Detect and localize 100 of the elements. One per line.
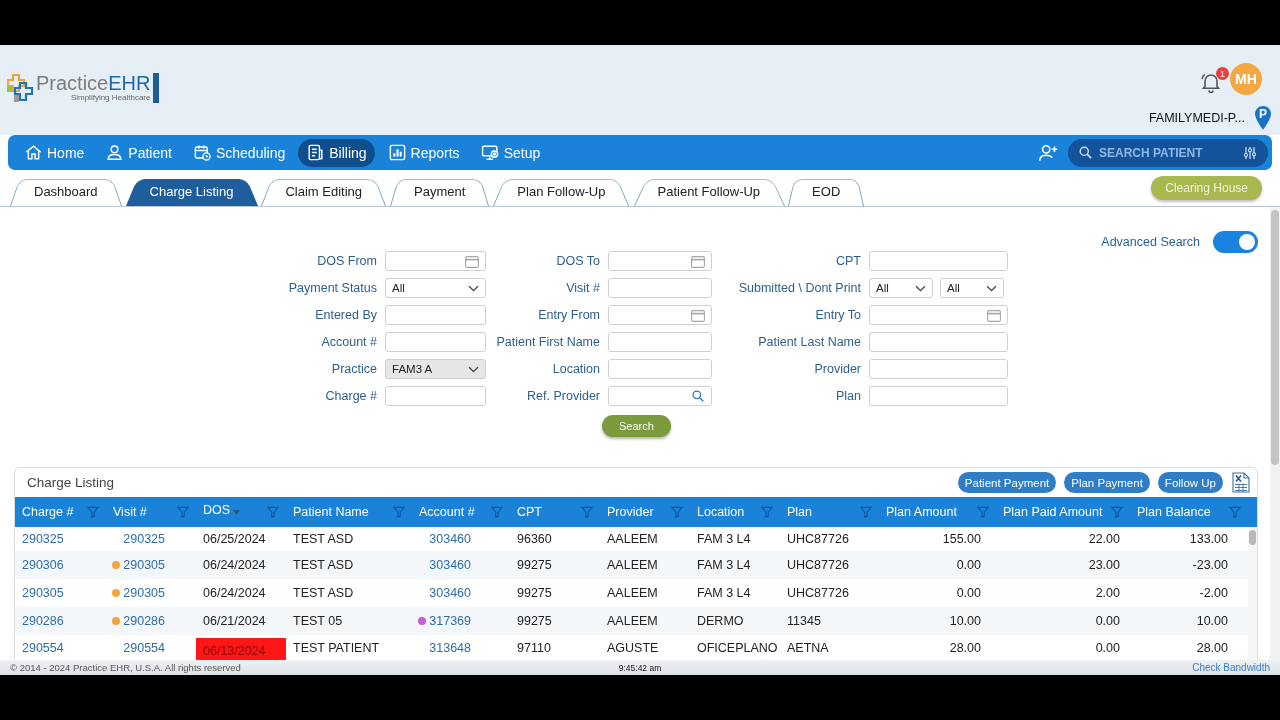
filter-icon[interactable] [1229, 506, 1241, 518]
table-cell-text: -2.00 [1198, 585, 1229, 602]
table-row[interactable]: 290286 290286 06/21/2024 TEST 05 317369 99275 AALEEM DERMO 11345 10.00 0.00 10.00 [15, 607, 1248, 635]
input-field[interactable] [869, 386, 1008, 406]
table-cell-text: 0.00 [1094, 613, 1121, 630]
column-header[interactable]: Patient Name [286, 497, 412, 527]
table-cell-text: 10.00 [1195, 613, 1229, 630]
patient-search-field[interactable]: SEARCH PATIENT [1068, 138, 1268, 167]
account-number-link[interactable]: 303460 [429, 586, 471, 600]
calendar-icon[interactable] [691, 308, 705, 322]
visit-number-link[interactable]: 290554 [123, 641, 165, 655]
nav-item[interactable]: Reports [379, 138, 468, 167]
location-pin[interactable]: P [1254, 105, 1272, 131]
tab[interactable]: Patient Follow-Up [633, 176, 785, 206]
spreadsheet-icon[interactable] [1232, 472, 1250, 493]
tab[interactable]: Charge Listing [125, 176, 258, 206]
column-header[interactable]: Charge # [15, 497, 106, 527]
column-header[interactable]: Plan Balance [1130, 497, 1248, 527]
nav-item[interactable]: Home [16, 138, 93, 167]
calendar-icon[interactable] [691, 254, 705, 268]
input-field[interactable] [869, 251, 1008, 271]
tab[interactable]: Plan Follow-Up [493, 176, 630, 206]
visit-number-link[interactable]: 290325 [123, 532, 165, 546]
input-field[interactable] [869, 359, 1008, 379]
field-label: Provider [814, 362, 861, 376]
nav-item[interactable]: Scheduling [184, 138, 294, 167]
nav-item[interactable]: Setup [472, 138, 549, 167]
visit-number-link[interactable]: 290305 [123, 586, 165, 600]
visit-number-link[interactable]: 290286 [123, 614, 165, 628]
scrollbar-thumb[interactable] [1249, 530, 1256, 545]
filter-icon[interactable] [491, 506, 503, 518]
action-button[interactable]: Follow Up [1157, 472, 1223, 493]
filter-icon[interactable] [671, 506, 683, 518]
tab[interactable]: Claim Editing [261, 176, 387, 206]
sliders-icon[interactable] [1242, 144, 1258, 161]
filter-icon[interactable] [1111, 506, 1123, 518]
table-cell-text: OFICEPLANO [696, 640, 779, 657]
input-field[interactable] [385, 305, 486, 325]
side-tab-icon[interactable] [153, 73, 160, 103]
column-header[interactable]: Location [690, 497, 780, 527]
input-field[interactable] [869, 332, 1008, 352]
charge-number-link[interactable]: 290305 [22, 586, 64, 600]
charge-number-link[interactable]: 290554 [22, 641, 64, 655]
dropdown[interactable]: All [869, 278, 933, 298]
account-number-link[interactable]: 313648 [429, 641, 471, 655]
action-button[interactable]: Patient Payment [957, 472, 1057, 493]
scrollbar-thumb[interactable] [1271, 210, 1279, 465]
charge-number-link[interactable]: 290325 [22, 532, 64, 546]
date-field[interactable] [608, 305, 712, 325]
account-number-link[interactable]: 303460 [429, 558, 471, 572]
dropdown[interactable]: All [940, 278, 1004, 298]
nav-item[interactable]: Billing [298, 138, 375, 167]
input-field[interactable] [608, 359, 712, 379]
visit-number-link[interactable]: 290305 [123, 558, 165, 572]
lookup-field[interactable] [608, 386, 712, 406]
account-number-link[interactable]: 317369 [429, 614, 471, 628]
filter-icon[interactable] [177, 506, 189, 518]
tab[interactable]: EOD [788, 176, 865, 206]
patient-search-input[interactable]: SEARCH PATIENT [1099, 145, 1236, 160]
input-field[interactable] [385, 386, 486, 406]
table-cell-text: FAM 3 L4 [696, 531, 752, 548]
search-button[interactable]: Search [602, 415, 671, 437]
column-header[interactable]: CPT [510, 497, 600, 527]
filter-icon[interactable] [393, 506, 405, 518]
tab[interactable]: Dashboard [10, 176, 122, 206]
column-header[interactable]: Plan [780, 497, 879, 527]
table-cell-text: TEST 05 [292, 613, 344, 630]
input-field[interactable] [608, 332, 712, 352]
calendar-icon[interactable] [465, 254, 479, 268]
column-header[interactable]: Account # [412, 497, 510, 527]
nav-item[interactable]: Patient [97, 138, 180, 167]
date-field[interactable] [869, 305, 1008, 325]
charge-number-link[interactable]: 290306 [22, 558, 64, 572]
account-number-link[interactable]: 303460 [429, 532, 471, 546]
tab[interactable]: Payment [390, 176, 490, 206]
column-header[interactable]: Visit # [106, 497, 196, 527]
action-button[interactable]: Plan Payment [1064, 472, 1150, 493]
date-field[interactable] [385, 251, 486, 271]
filter-icon[interactable] [761, 506, 773, 518]
column-header[interactable]: Provider [600, 497, 690, 527]
monitor-gear-icon [480, 143, 500, 162]
toggle-switch[interactable] [1213, 231, 1258, 253]
filter-icon[interactable] [581, 506, 593, 518]
table-row[interactable]: 290306 290305 06/24/2024 TEST ASD 303460 99275 AALEEM FAM 3 L4 UHC87726 0.00 23.00 -23.00 [15, 551, 1248, 579]
filter-icon[interactable] [87, 506, 99, 518]
input-field[interactable] [608, 278, 712, 298]
search-icon[interactable] [691, 389, 705, 403]
check-bandwidth-link[interactable]: Check Bandwidth [1192, 662, 1270, 673]
column-header[interactable]: DOS [196, 497, 286, 527]
practice-name[interactable]: FAMILYMEDI-P... [1148, 111, 1245, 125]
date-field[interactable] [608, 251, 712, 271]
column-header[interactable]: Plan Paid Amount [996, 497, 1130, 527]
filter-icon[interactable] [267, 506, 279, 518]
filter-icon[interactable] [860, 506, 872, 518]
filter-icon[interactable] [977, 506, 989, 518]
input-field[interactable] [385, 332, 486, 352]
dropdown[interactable]: All [385, 278, 486, 298]
column-header[interactable]: Plan Amount [879, 497, 996, 527]
calendar-icon[interactable] [987, 308, 1001, 322]
charge-number-link[interactable]: 290286 [22, 614, 64, 628]
